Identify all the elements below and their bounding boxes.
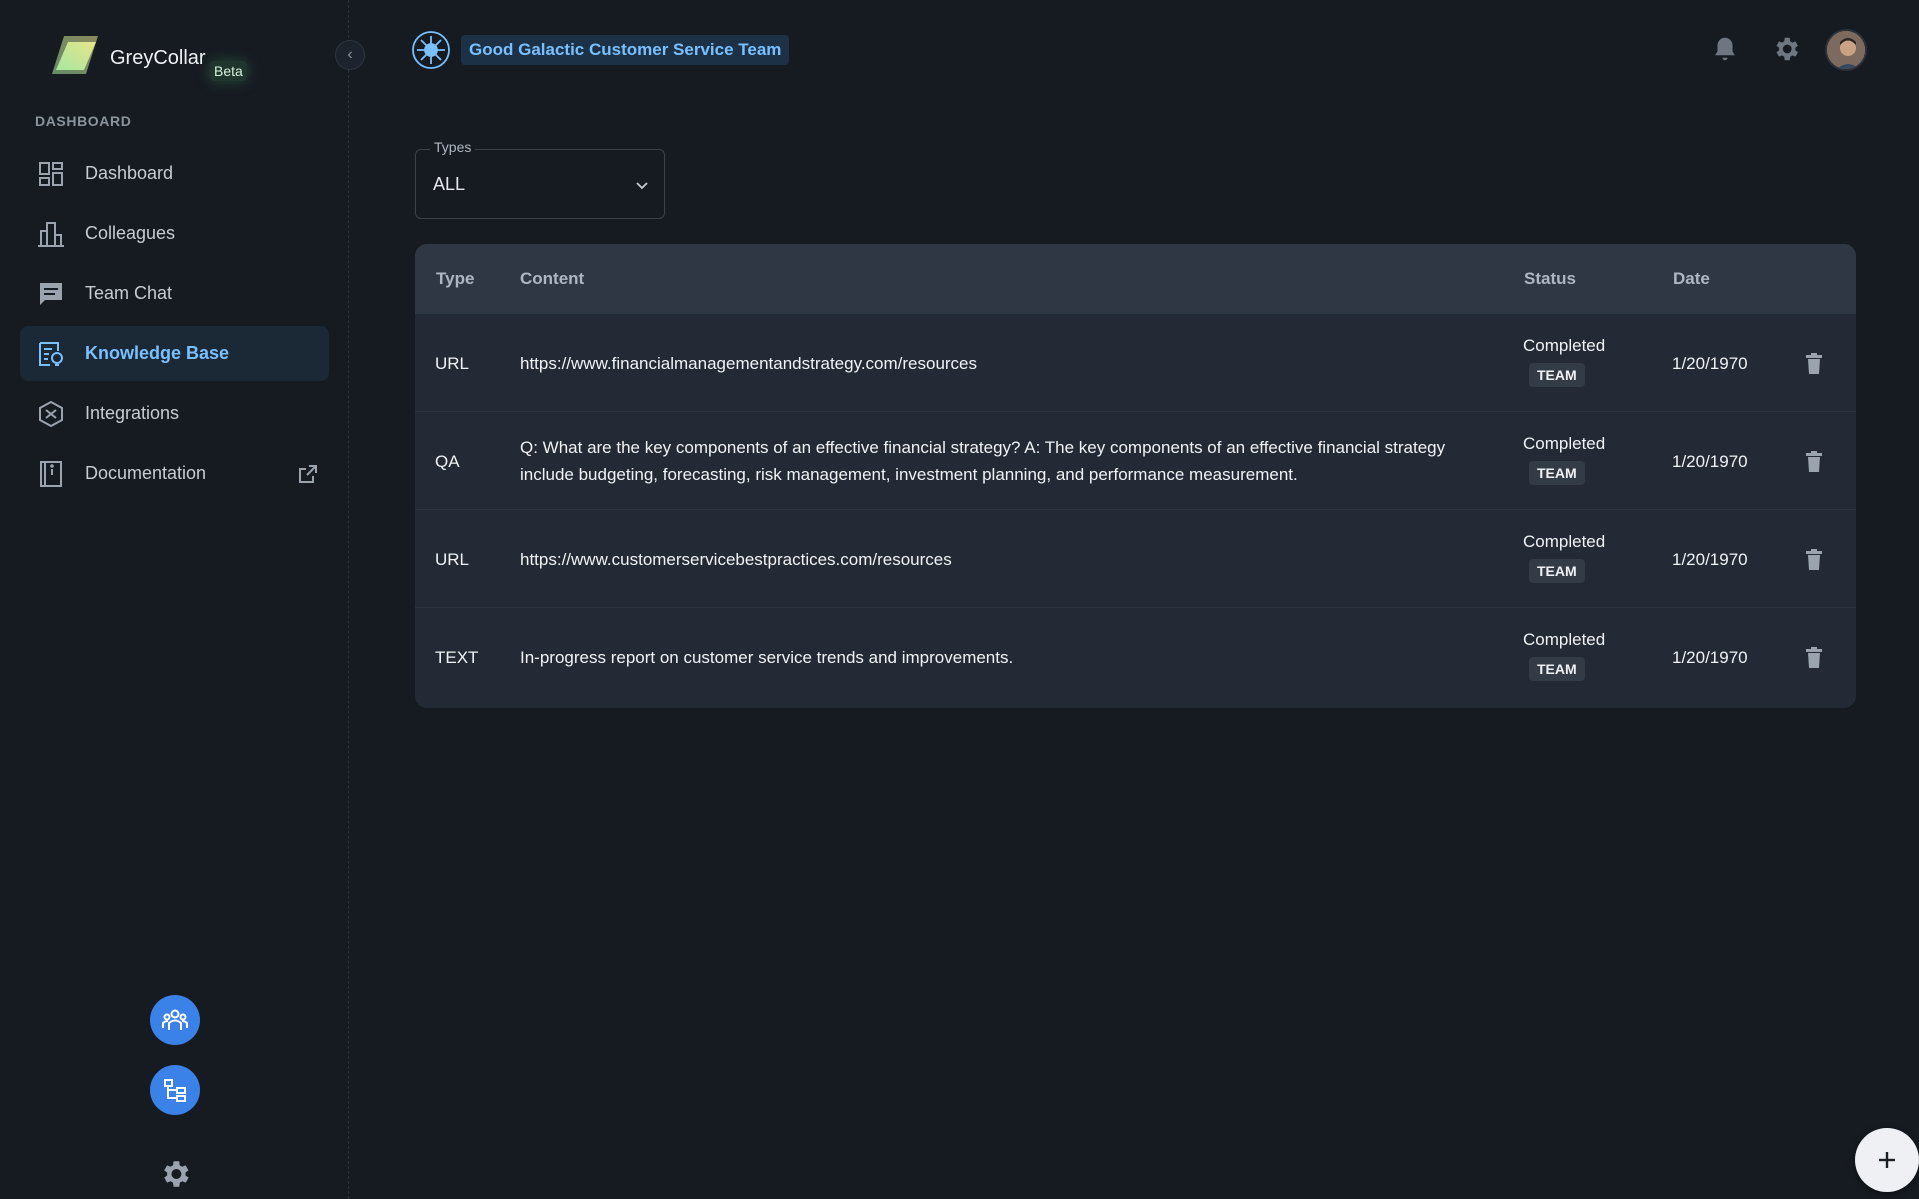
status-text: Completed (1523, 532, 1606, 551)
gear-icon[interactable] (1771, 34, 1801, 64)
team-icon (162, 1009, 188, 1030)
tree-icon (164, 1079, 186, 1102)
row-date: 1/20/1970 (1672, 452, 1748, 471)
row-type: URL (435, 354, 470, 373)
chevron-down-icon (636, 182, 648, 190)
sidebar-item-label: Documentation (85, 463, 207, 483)
types-label: Types (430, 139, 476, 155)
row-content: https://www.customerservicebestpractices… (520, 550, 952, 569)
status-text: Completed (1523, 336, 1606, 355)
row-content: Q: What are the key components of an eff… (520, 438, 1446, 484)
row-status: Completed TEAM (1523, 336, 1613, 387)
sidebar-section-label: DASHBOARD (35, 113, 132, 129)
team-logo-icon (412, 31, 450, 69)
dashboard-icon (39, 161, 63, 186)
row-type: QA (435, 452, 460, 471)
status-text: Completed (1523, 630, 1606, 649)
team-badge: TEAM (1529, 363, 1585, 387)
delete-trash-icon[interactable] (1803, 352, 1825, 376)
building-icon (38, 221, 64, 247)
types-selected-value: ALL (433, 174, 466, 194)
table-header: Type Content Status Date (415, 244, 1856, 314)
sidebar-item-integrations[interactable]: Integrations (20, 386, 329, 441)
row-content: In-progress report on customer service t… (520, 648, 1014, 667)
row-date: 1/20/1970 (1672, 354, 1748, 373)
delete-trash-icon[interactable] (1803, 450, 1825, 474)
team-badge: TEAM (1529, 657, 1585, 681)
row-type: URL (435, 550, 470, 569)
column-header-type[interactable]: Type (436, 269, 474, 289)
sidebar-item-label: Team Chat (85, 283, 173, 303)
chat-icon (40, 282, 62, 305)
table-row[interactable]: URL https://www.customerservicebestpract… (415, 510, 1856, 608)
avatar-image (1827, 31, 1865, 69)
sidebar-item-label: Colleagues (85, 223, 176, 243)
collapse-sidebar-button[interactable]: ‹ (335, 40, 365, 70)
row-status: Completed TEAM (1523, 434, 1613, 485)
column-header-date[interactable]: Date (1673, 269, 1710, 289)
knowledge-icon (39, 341, 63, 366)
sidebar: GreyCollar Beta ‹ DASHBOARD Dashboard Co… (0, 0, 365, 1199)
team-name-badge[interactable]: Good Galactic Customer Service Team (461, 35, 790, 65)
types-select[interactable]: Types ALL (415, 139, 665, 219)
settings-gear-icon[interactable] (158, 1157, 192, 1191)
organization-tree-button[interactable] (150, 1065, 200, 1115)
table-row[interactable]: QA Q: What are the key components of an … (415, 412, 1856, 510)
table-row[interactable]: TEXT In-progress report on customer serv… (415, 608, 1856, 706)
sidebar-item-colleagues[interactable]: Colleagues (20, 206, 329, 261)
knowledge-table: Type Content Status Date URL https://www… (415, 244, 1856, 708)
sidebar-item-label: Knowledge Base (85, 343, 230, 363)
add-knowledge-button[interactable] (1855, 1128, 1919, 1192)
delete-trash-icon[interactable] (1803, 646, 1825, 670)
sidebar-item-documentation[interactable]: Documentation (20, 446, 329, 501)
row-date: 1/20/1970 (1672, 550, 1748, 569)
plus-icon (1879, 1152, 1895, 1168)
bell-icon[interactable] (1710, 34, 1740, 64)
team-badge: TEAM (1529, 461, 1585, 485)
sidebar-item-label: Dashboard (85, 163, 174, 183)
team-members-button[interactable] (150, 995, 200, 1045)
row-date: 1/20/1970 (1672, 648, 1748, 667)
external-link-icon (299, 464, 317, 483)
table-row[interactable]: URL https://www.financialmanagementandst… (415, 314, 1856, 412)
user-avatar[interactable] (1825, 29, 1867, 71)
sidebar-item-knowledge-base[interactable]: Knowledge Base (20, 326, 329, 381)
column-header-content[interactable]: Content (520, 269, 584, 289)
sidebar-item-team-chat[interactable]: Team Chat (20, 266, 329, 321)
brand-name: GreyCollar (110, 47, 206, 69)
column-header-status[interactable]: Status (1524, 269, 1576, 289)
beta-badge: Beta (210, 61, 247, 81)
row-status: Completed TEAM (1523, 630, 1613, 681)
book-icon (40, 460, 62, 487)
sidebar-item-label: Integrations (85, 403, 180, 423)
row-content: https://www.financialmanagementandstrate… (520, 354, 978, 373)
team-badge: TEAM (1529, 559, 1585, 583)
delete-trash-icon[interactable] (1803, 548, 1825, 572)
row-status: Completed TEAM (1523, 532, 1613, 583)
row-type: TEXT (435, 648, 479, 667)
integrations-icon (39, 400, 63, 427)
sidebar-item-dashboard[interactable]: Dashboard (20, 146, 329, 201)
status-text: Completed (1523, 434, 1606, 453)
greycollar-logo-icon (52, 36, 98, 74)
